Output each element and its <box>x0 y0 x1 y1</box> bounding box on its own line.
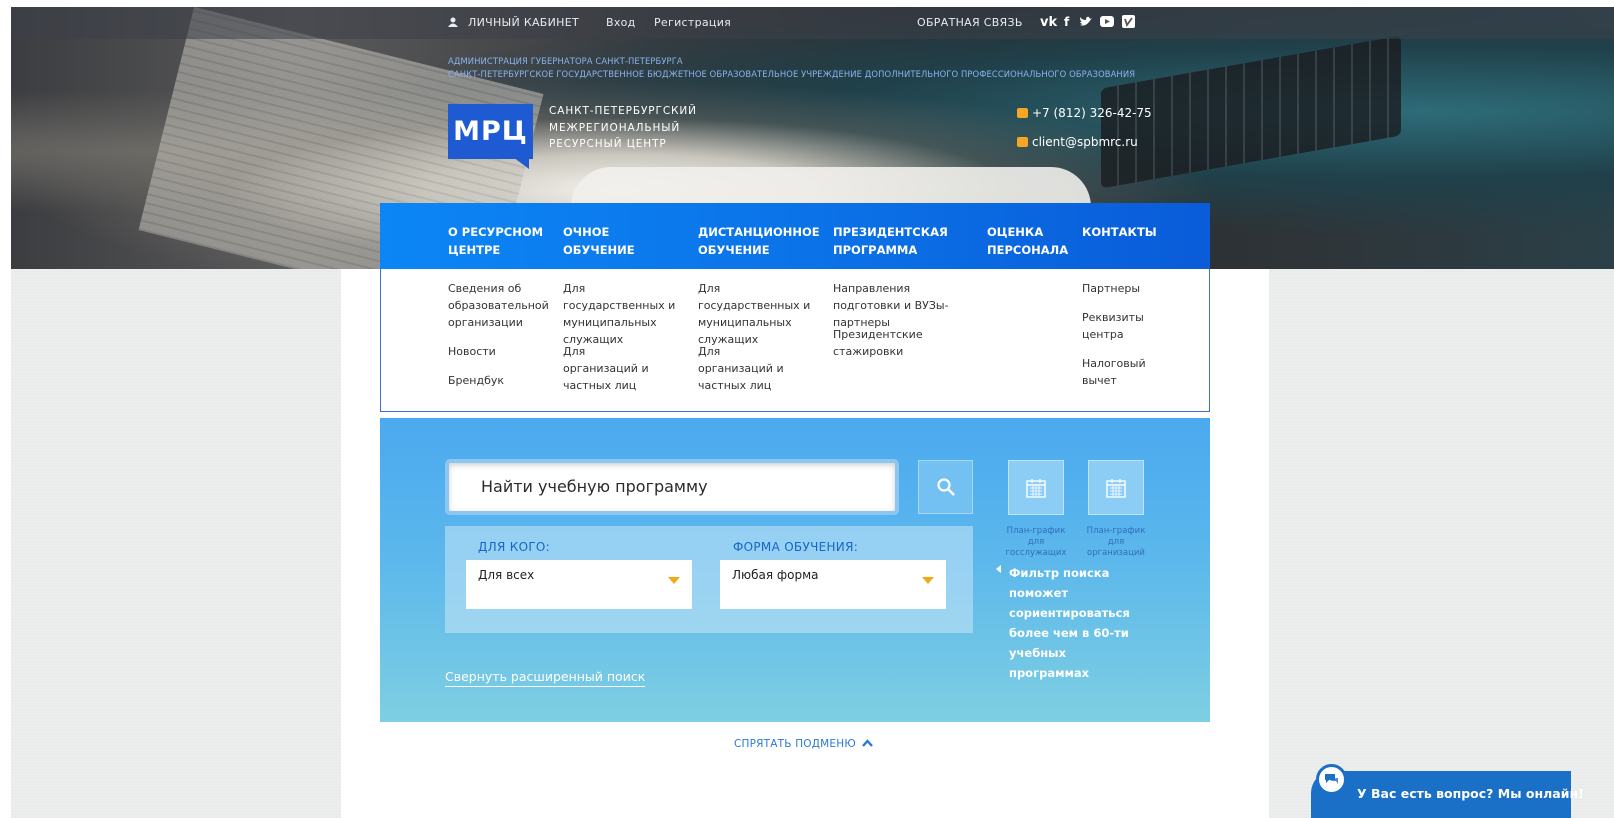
login-link[interactable]: Вход <box>606 16 636 29</box>
plan-gov-label[interactable]: План-график для госслужащих <box>1001 526 1071 559</box>
org-name-line-3: РЕСУРСНЫЙ ЦЕНТР <box>549 138 667 150</box>
nav-assessment[interactable]: ОЦЕНКА ПЕРСОНАЛА <box>987 223 1068 259</box>
hide-submenu-label: СПРЯТАТЬ ПОДМЕНЮ <box>734 738 856 750</box>
vk-icon[interactable]: vk <box>1040 15 1057 30</box>
nav-contacts[interactable]: КОНТАКТЫ <box>1082 223 1157 241</box>
plan-org-label[interactable]: План-график для организаций <box>1081 526 1151 559</box>
calendar-icon <box>1106 478 1126 498</box>
nav-distance-line2: ОБУЧЕНИЕ <box>698 243 770 257</box>
chevron-up-icon <box>862 739 874 747</box>
search-placeholder: Найти учебную программу <box>481 477 708 496</box>
chat-widget[interactable]: У Вас есть вопрос? Мы онлайн! <box>1311 764 1614 818</box>
nav-about[interactable]: О РЕСУРСНОМ ЦЕНТРЕ <box>448 223 543 259</box>
phone-icon <box>1017 108 1028 118</box>
search-hint: Фильтр поиска поможет сориентироваться б… <box>1009 566 1130 680</box>
submenu-requisites[interactable]: Реквизиты центра <box>1082 309 1144 343</box>
submenu-distance-org[interactable]: Для организаций и частных лиц <box>698 343 798 394</box>
submenu-fulltime-org[interactable]: Для организаций и частных лиц <box>563 343 663 394</box>
nav-fulltime[interactable]: ОЧНОЕ ОБУЧЕНИЕ <box>563 223 635 259</box>
form-select-value: Любая форма <box>732 568 819 582</box>
hide-submenu-link[interactable]: СПРЯТАТЬ ПОДМЕНЮ <box>734 738 874 750</box>
org-name-line-2: МЕЖРЕГИОНАЛЬНЫЙ <box>549 122 681 134</box>
chat-label: У Вас есть вопрос? Мы онлайн! <box>1357 786 1584 801</box>
form-label: ФОРМА ОБУЧЕНИЯ: <box>733 540 859 554</box>
nav-distance-line1: ДИСТАНЦИОННОЕ <box>698 225 820 239</box>
plan-org-button[interactable] <box>1088 460 1144 515</box>
submenu-tax-deduction[interactable]: Налоговый вычет <box>1082 355 1146 389</box>
collapse-search-link[interactable]: Свернуть расширенный поиск <box>445 669 646 687</box>
phone-contact[interactable]: +7 (812) 326-42-75 <box>1017 106 1152 120</box>
nav-about-line2: ЦЕНТРЕ <box>448 243 501 257</box>
facebook-icon[interactable]: f <box>1064 15 1069 29</box>
email-address: client@spbmrc.ru <box>1032 135 1138 149</box>
who-select[interactable]: Для всех <box>466 560 692 609</box>
nav-assessment-line2: ПЕРСОНАЛА <box>987 243 1069 257</box>
nav-presidential-line2: ПРОГРАММА <box>833 243 918 257</box>
submenu-org-info[interactable]: Сведения об образовательной организации <box>448 280 549 331</box>
email-contact[interactable]: client@spbmrc.ru <box>1017 135 1138 149</box>
admin-line-2: САНКТ-ПЕТЕРБУРГСКОЕ ГОСУДАРСТВЕННОЕ БЮДЖ… <box>448 69 1136 79</box>
nav-contacts-line1: КОНТАКТЫ <box>1082 225 1157 239</box>
envelope-icon <box>1017 137 1028 147</box>
search-button[interactable] <box>918 460 973 514</box>
form-select[interactable]: Любая форма <box>720 560 946 609</box>
youtube-icon[interactable] <box>1100 16 1114 30</box>
submenu-partners[interactable]: Партнеры <box>1082 280 1140 297</box>
nav-distance[interactable]: ДИСТАНЦИОННОЕ ОБУЧЕНИЕ <box>698 223 820 259</box>
page-frame: ЛИЧНЫЙ КАБИНЕТ Вход Регистрация ОБРАТНАЯ… <box>11 7 1614 818</box>
submenu-directions[interactable]: Направления подготовки и ВУЗы-партнеры <box>833 280 963 331</box>
plan-gov-button[interactable] <box>1008 460 1064 515</box>
logo[interactable]: МРЦ <box>448 104 533 159</box>
submenu-news[interactable]: Новости <box>448 343 496 360</box>
top-bar <box>11 7 1614 39</box>
nav-about-line1: О РЕСУРСНОМ <box>448 225 544 239</box>
org-name-line-1: САНКТ-ПЕТЕРБУРГСКИЙ <box>549 105 697 117</box>
vimeo-icon[interactable] <box>1122 15 1135 29</box>
submenu-distance-gov[interactable]: Для государственных и муниципальных служ… <box>698 280 813 348</box>
user-icon <box>448 17 458 27</box>
nav-presidential[interactable]: ПРЕЗИДЕНТСКАЯ ПРОГРАММА <box>833 223 948 259</box>
twitter-icon[interactable] <box>1079 16 1093 30</box>
submenu-internships[interactable]: Президентские стажировки <box>833 326 923 360</box>
calendar-icon <box>1026 478 1046 498</box>
chevron-down-icon <box>922 577 934 584</box>
submenu-brandbook[interactable]: Брендбук <box>448 372 504 389</box>
chevron-down-icon <box>668 577 680 584</box>
phone-number: +7 (812) 326-42-75 <box>1032 106 1152 120</box>
who-label: ДЛЯ КОГО: <box>478 540 551 554</box>
feedback-link[interactable]: ОБРАТНАЯ СВЯЗЬ <box>917 16 1023 29</box>
nav-fulltime-line2: ОБУЧЕНИЕ <box>563 243 635 257</box>
admin-line-1: АДМИНИСТРАЦИЯ ГУБЕРНАТОРА САНКТ-ПЕТЕРБУР… <box>448 56 683 66</box>
who-select-value: Для всех <box>478 568 535 582</box>
search-icon <box>936 478 955 496</box>
account-link[interactable]: ЛИЧНЫЙ КАБИНЕТ <box>468 16 579 29</box>
logo-tail <box>513 157 529 169</box>
submenu-fulltime-gov[interactable]: Для государственных и муниципальных служ… <box>563 280 678 348</box>
search-input[interactable]: Найти учебную программу <box>445 459 899 515</box>
nav-presidential-line1: ПРЕЗИДЕНТСКАЯ <box>833 225 948 239</box>
nav-assessment-line1: ОЦЕНКА <box>987 225 1044 239</box>
chat-bubble-icon <box>1316 764 1347 795</box>
nav-fulltime-line1: ОЧНОЕ <box>563 225 610 239</box>
register-link[interactable]: Регистрация <box>654 16 731 29</box>
